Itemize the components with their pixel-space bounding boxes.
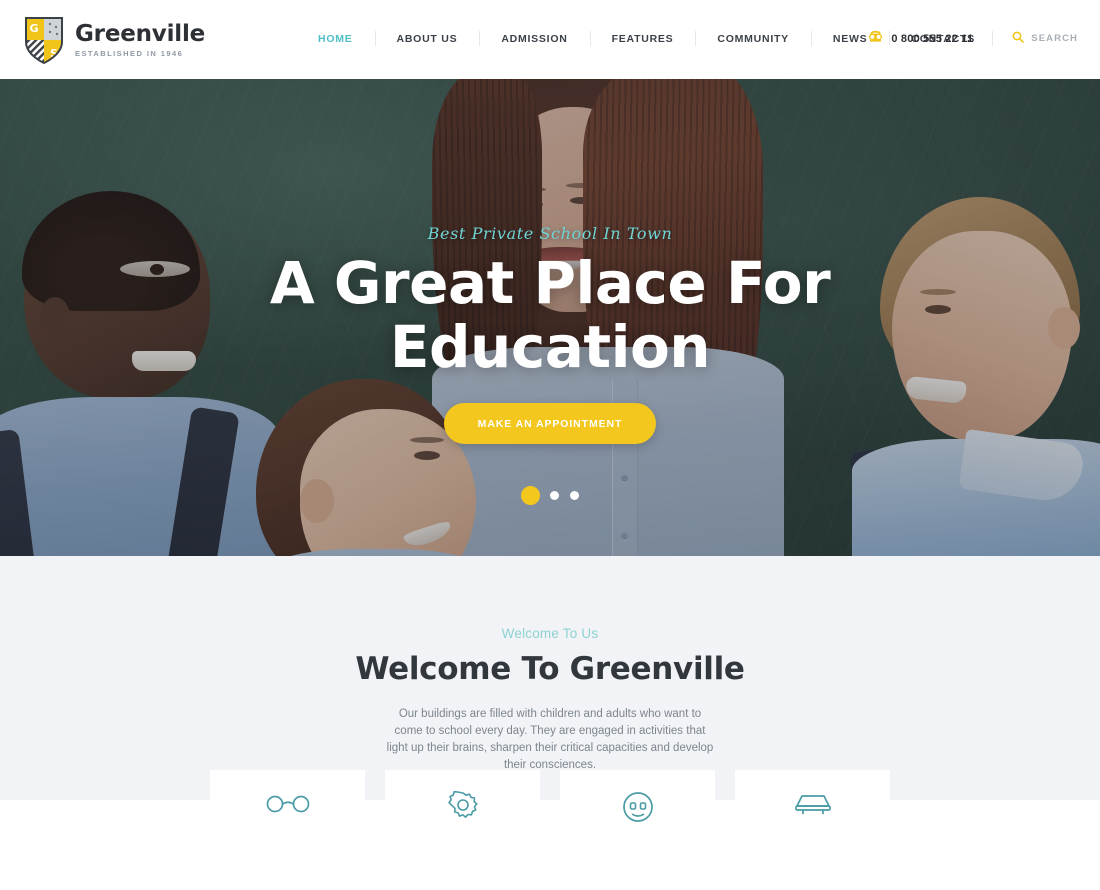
feature-cards [0,770,1100,890]
hero-content: Best Private School In Town A Great Plac… [0,79,1100,444]
nav-item-community[interactable]: COMMUNITY [695,29,811,49]
feature-card-1[interactable] [210,770,365,890]
hero-title-line-1: A Great Place For [269,249,831,317]
hero-title-line-2: Education [389,313,711,381]
nav-item-features[interactable]: FEATURES [589,29,696,49]
nav-item-admission[interactable]: ADMISSION [479,29,589,49]
slider-dot-2[interactable] [549,491,559,500]
face-icon [621,790,655,829]
gear-icon [447,790,479,827]
slider-dot-3[interactable] [569,491,579,500]
search-icon [1012,30,1025,48]
search-button[interactable]: SEARCH [993,30,1078,48]
nav-item-home[interactable]: HOME [296,29,375,49]
welcome-title: Welcome To Greenville [355,651,745,687]
feature-card-4[interactable] [735,770,890,890]
make-an-appointment-button[interactable]: MAKE AN APPOINTMENT [443,403,657,444]
shield-logo-icon: G S [24,15,64,65]
hero-title: A Great Place For Education [0,251,1100,379]
book-icon [793,790,833,821]
glasses-icon [266,790,310,821]
slider-dot-1[interactable] [520,486,540,505]
site-header: G S Greenville ESTABLISHED IN 1946 HOME … [0,0,1100,79]
nav-item-about-us[interactable]: ABOUT US [374,29,480,49]
phone-link[interactable]: 0 800 555 22 11 [868,29,994,48]
welcome-paragraph: Our buildings are filled with children a… [386,708,714,771]
logo[interactable]: G S Greenville ESTABLISHED IN 1946 [24,15,205,65]
hero-slider: Best Private School In Town A Great Plac… [0,79,1100,556]
logo-name: Greenville [75,21,206,48]
phone-icon [868,29,883,48]
header-utilities: 0 800 555 22 11 SEARCH [868,29,1078,48]
search-label: SEARCH [1031,33,1078,44]
svg-text:G: G [29,22,38,35]
feature-card-3[interactable] [560,770,715,890]
slider-dots [0,486,1100,505]
phone-number: 0 800 555 22 11 [891,32,974,45]
welcome-eyebrow: Welcome To Us [501,626,599,641]
hero-subtitle: Best Private School In Town [427,224,673,243]
feature-card-2[interactable] [385,770,540,890]
logo-tagline: ESTABLISHED IN 1946 [75,49,184,59]
welcome-section: Welcome To Us Welcome To Greenville Our … [0,556,1100,800]
